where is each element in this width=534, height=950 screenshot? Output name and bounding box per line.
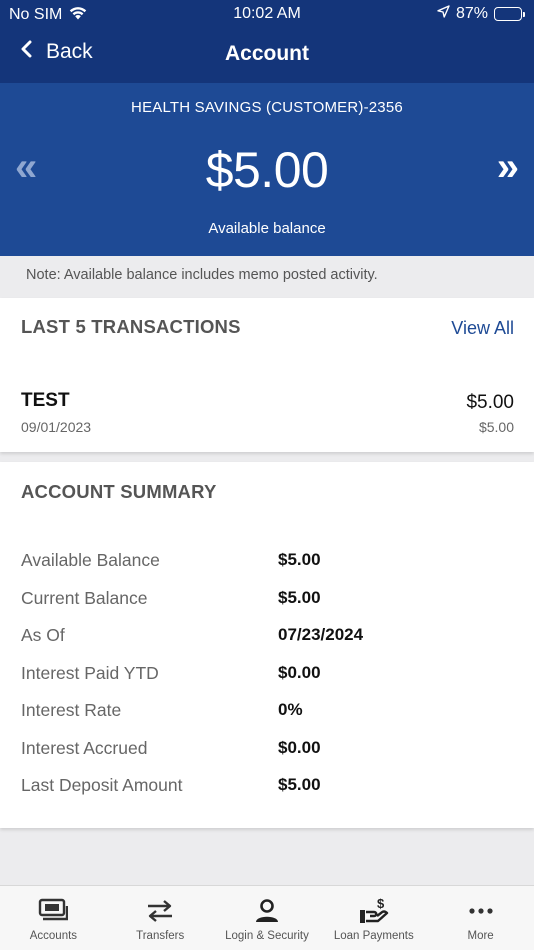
available-balance-label: Available balance xyxy=(208,220,326,237)
summary-row: Interest Accrued $0.00 xyxy=(21,738,521,776)
transactions-card: LAST 5 TRANSACTIONS View All TEST 09/01/… xyxy=(0,298,534,452)
tab-label: Transfers xyxy=(136,930,185,942)
tab-label: Accounts xyxy=(29,930,78,942)
transactions-header: LAST 5 TRANSACTIONS xyxy=(21,316,241,337)
transaction-running-balance: $5.00 xyxy=(478,419,514,435)
transaction-row[interactable]: TEST 09/01/2023 $5.00 $5.00 xyxy=(0,386,534,442)
summary-rows: Available Balance $5.00 Current Balance … xyxy=(21,550,521,813)
account-summary-card: ACCOUNT SUMMARY Available Balance $5.00 … xyxy=(0,462,534,828)
summary-value: $0.00 xyxy=(278,662,321,682)
person-icon xyxy=(254,896,280,926)
account-summary-header: ACCOUNT SUMMARY xyxy=(21,481,217,502)
summary-label: Last Deposit Amount xyxy=(21,775,183,795)
summary-label: Current Balance xyxy=(21,587,148,608)
summary-row: Interest Rate 0% xyxy=(21,700,521,738)
summary-row: Available Balance $5.00 xyxy=(21,550,521,588)
view-all-link[interactable]: View All xyxy=(451,318,514,339)
summary-value: $5.00 xyxy=(278,550,321,569)
summary-label: Interest Rate xyxy=(21,700,122,720)
tab-more[interactable]: More xyxy=(427,886,534,950)
account-hero: HEALTH SAVINGS (CUSTOMER)-2356 « $5.00 »… xyxy=(0,83,534,256)
loan-payment-icon: $ xyxy=(358,896,390,926)
available-balance-amount: $5.00 xyxy=(205,142,329,198)
tab-label: Login & Security xyxy=(225,930,309,942)
summary-label: As Of xyxy=(21,625,65,645)
summary-label: Available Balance xyxy=(21,550,160,570)
summary-value: $5.00 xyxy=(278,587,321,607)
summary-row: Current Balance $5.00 xyxy=(21,588,521,626)
battery-percent: 87% xyxy=(455,5,488,22)
balance-note: Note: Available balance includes memo po… xyxy=(0,256,534,298)
transaction-name: TEST xyxy=(21,390,70,411)
navigation-bar: Back Account xyxy=(0,28,534,83)
summary-value: 0% xyxy=(278,700,303,719)
summary-value: $5.00 xyxy=(278,775,321,794)
summary-row: Last Deposit Amount $5.00 xyxy=(21,775,521,813)
battery-icon xyxy=(494,7,525,21)
tab-loan-payments[interactable]: $ Loan Payments xyxy=(320,886,427,950)
svg-text:$: $ xyxy=(377,896,385,911)
tab-accounts[interactable]: Accounts xyxy=(0,886,107,950)
status-bar: No SIM 10:02 AM 87% xyxy=(0,0,534,28)
summary-value: 07/23/2024 xyxy=(278,625,364,644)
more-icon xyxy=(468,896,494,926)
transaction-date: 09/01/2023 xyxy=(21,419,92,435)
tab-transfers[interactable]: Transfers xyxy=(107,886,214,950)
tab-bar: Accounts Transfers Login & Security $ Lo… xyxy=(0,885,534,950)
transfers-icon xyxy=(145,896,175,926)
summary-label: Interest Accrued xyxy=(21,737,148,758)
account-name: HEALTH SAVINGS (CUSTOMER)-2356 xyxy=(131,99,403,116)
tab-login-security[interactable]: Login & Security xyxy=(214,886,321,950)
page-title: Account xyxy=(225,42,309,65)
transaction-amount: $5.00 xyxy=(466,392,514,413)
summary-label: Interest Paid YTD xyxy=(21,662,159,683)
location-arrow-icon xyxy=(437,5,450,23)
summary-value: $0.00 xyxy=(278,737,321,757)
accounts-icon xyxy=(38,896,69,926)
next-account-button[interactable]: » xyxy=(497,147,519,187)
tab-label: More xyxy=(467,930,494,942)
summary-row: As Of 07/23/2024 xyxy=(21,625,521,663)
tab-label: Loan Payments xyxy=(333,930,414,942)
summary-row: Interest Paid YTD $0.00 xyxy=(21,663,521,701)
